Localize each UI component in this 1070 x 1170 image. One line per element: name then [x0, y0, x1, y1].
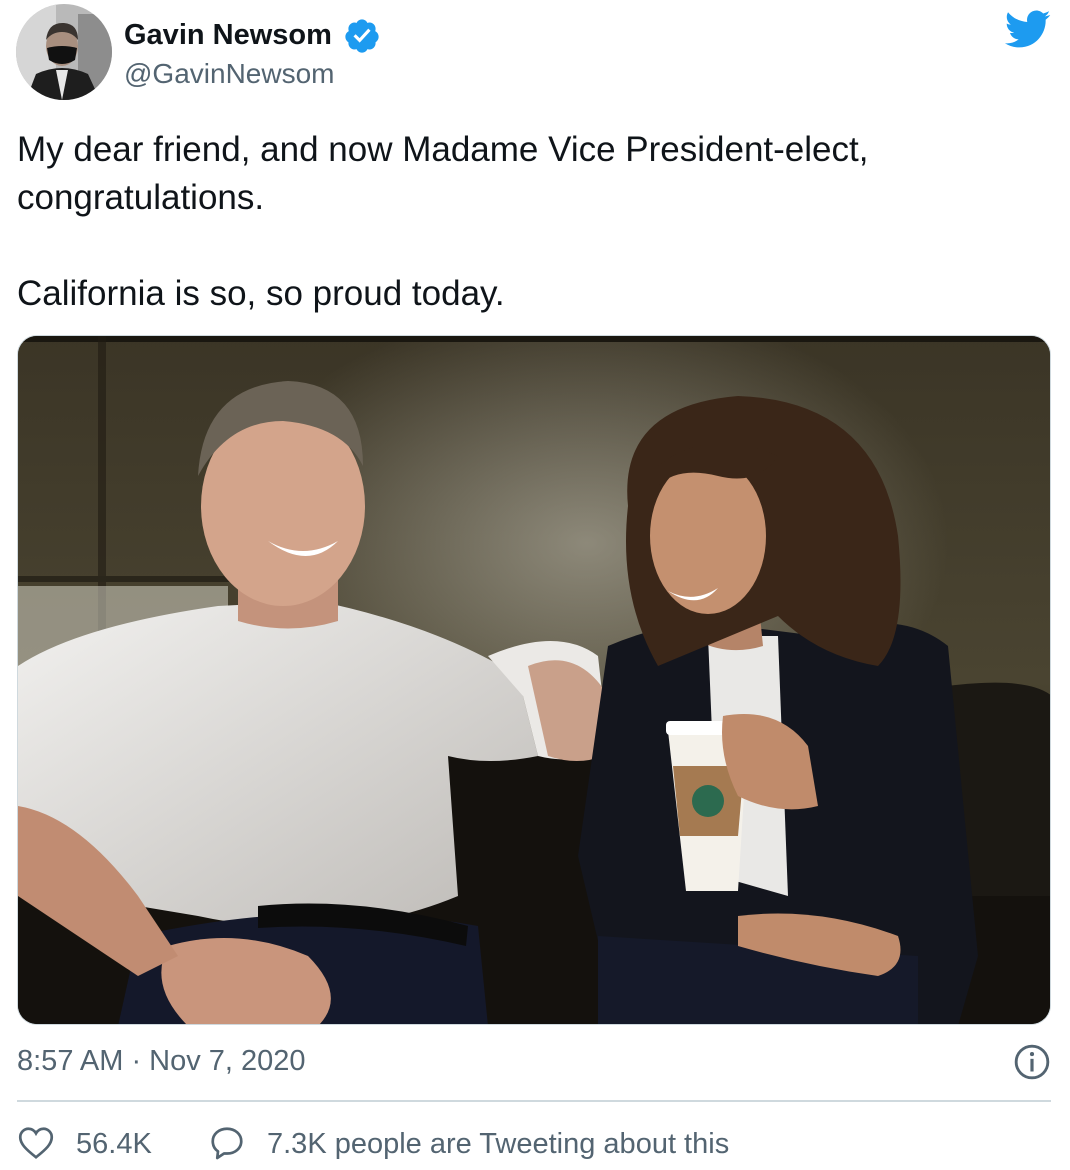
tweet-text: My dear friend, and now Madame Vice Pres… — [17, 126, 1047, 318]
tweeting-about-link[interactable]: 7.3K people are Tweeting about this — [267, 1125, 729, 1163]
tweet-line: California is so, so proud today. — [17, 274, 505, 313]
avatar[interactable] — [16, 4, 112, 100]
divider — [17, 1100, 1051, 1102]
tweet-line: My dear friend, and now Madame Vice Pres… — [17, 130, 869, 169]
info-icon[interactable] — [1013, 1043, 1051, 1081]
tweet-card: Gavin Newsom @GavinNewsom My dear friend… — [0, 0, 1070, 1170]
verified-badge-icon — [343, 17, 381, 55]
heart-icon[interactable] — [18, 1126, 54, 1160]
speech-bubble-icon[interactable] — [209, 1125, 245, 1161]
like-count[interactable]: 56.4K — [76, 1125, 152, 1163]
tweet-timestamp[interactable]: 8:57 AM · Nov 7, 2020 — [17, 1042, 306, 1080]
tweet-photo[interactable] — [17, 335, 1051, 1025]
author-name[interactable]: Gavin Newsom — [124, 16, 332, 54]
twitter-bird-icon[interactable] — [1003, 9, 1051, 49]
author-handle[interactable]: @GavinNewsom — [124, 56, 334, 92]
tweet-line: congratulations. — [17, 178, 265, 217]
